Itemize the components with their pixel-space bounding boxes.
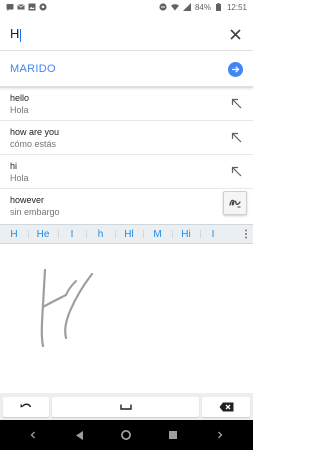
undo-key[interactable]: [3, 396, 49, 417]
hide-keyboard-button[interactable]: [25, 427, 41, 443]
recents-icon: [169, 431, 178, 439]
home-button[interactable]: [118, 427, 134, 443]
status-bar: 84% 12:51: [0, 0, 253, 14]
candidate-item[interactable]: M: [143, 225, 172, 243]
suggestion-translation: Hola: [10, 172, 29, 183]
clear-input-button[interactable]: [227, 26, 243, 42]
recents-button[interactable]: [165, 427, 181, 443]
suggestion-item[interactable]: however sin embargo: [0, 189, 253, 223]
system-navigation-bar: [0, 420, 253, 450]
handwriting-icon: [229, 199, 241, 208]
candidate-item[interactable]: I: [58, 225, 86, 243]
notification-icons: [6, 3, 47, 11]
translation-row[interactable]: MARIDO: [0, 58, 253, 80]
suggestion-source: however: [10, 195, 45, 205]
text-cursor: [20, 28, 22, 42]
more-candidates-button[interactable]: [239, 225, 253, 243]
arrow-up-left-icon: [231, 166, 241, 177]
space-icon: [119, 404, 132, 410]
suggestion-source: hello: [10, 92, 30, 103]
candidate-item[interactable]: h: [86, 225, 115, 243]
candidate-item[interactable]: He: [28, 225, 58, 243]
suggestion-source: how are you: [10, 126, 60, 137]
suggestion-translation: Hola: [10, 104, 29, 115]
arrow-up-left-icon: [231, 132, 241, 143]
clock: 12:51: [226, 2, 247, 12]
home-icon: [121, 430, 132, 440]
chevron-right-icon: [217, 431, 223, 439]
more-vert-icon: [245, 229, 247, 239]
soccer-icon: [39, 3, 47, 11]
fill-suggestion-button[interactable]: [229, 165, 243, 179]
suggestion-item[interactable]: hi Hola: [0, 155, 253, 189]
message-icon: [6, 3, 14, 11]
signal-icon: [182, 3, 191, 11]
suggestion-list: hello Hola how are you cómo estás hi Hol…: [0, 87, 253, 223]
photo-icon: [28, 3, 36, 11]
source-text-input[interactable]: H: [10, 26, 22, 42]
do-not-disturb-icon: [159, 3, 167, 11]
fill-suggestion-button[interactable]: [229, 131, 243, 145]
candidate-item[interactable]: H: [0, 225, 28, 243]
source-text-value: H: [10, 26, 20, 42]
backspace-key[interactable]: [202, 396, 250, 417]
source-text-row: H: [0, 22, 253, 46]
backspace-icon: [219, 402, 233, 411]
back-icon: [76, 430, 84, 440]
go-button[interactable]: [228, 61, 243, 77]
space-key[interactable]: [52, 396, 199, 417]
switch-keyboard-button[interactable]: [212, 427, 228, 443]
wifi-icon: [170, 3, 179, 11]
candidate-item[interactable]: I: [200, 225, 226, 243]
handwriting-canvas[interactable]: [0, 245, 253, 395]
suggestion-item[interactable]: how are you cómo estás: [0, 121, 253, 155]
back-button[interactable]: [72, 427, 88, 443]
candidate-item[interactable]: Hi: [172, 225, 200, 243]
close-icon: [229, 28, 241, 40]
arrow-up-left-icon: [231, 98, 241, 109]
gmail-icon: [17, 3, 25, 11]
arrow-right-icon: [232, 65, 240, 73]
fill-suggestion-button[interactable]: [229, 97, 243, 111]
divider: [0, 50, 253, 51]
handwriting-toggle-button[interactable]: [223, 191, 247, 215]
keyboard-bottom-row: [0, 393, 253, 420]
suggestion-translation: sin embargo: [10, 207, 60, 217]
suggestion-source: hi: [10, 160, 18, 171]
handwriting-candidate-bar: H He I h Hl M Hi I: [0, 224, 253, 244]
handwritten-stroke: [40, 268, 94, 348]
battery-percent: 84%: [194, 2, 211, 12]
suggestion-translation: cómo estás: [10, 138, 57, 149]
battery-icon: [215, 3, 223, 11]
translation-text: MARIDO: [10, 63, 56, 75]
suggestion-item[interactable]: hello Hola: [0, 87, 253, 121]
undo-icon: [20, 403, 32, 408]
chevron-left-icon: [30, 431, 36, 439]
candidate-item[interactable]: Hl: [115, 225, 143, 243]
